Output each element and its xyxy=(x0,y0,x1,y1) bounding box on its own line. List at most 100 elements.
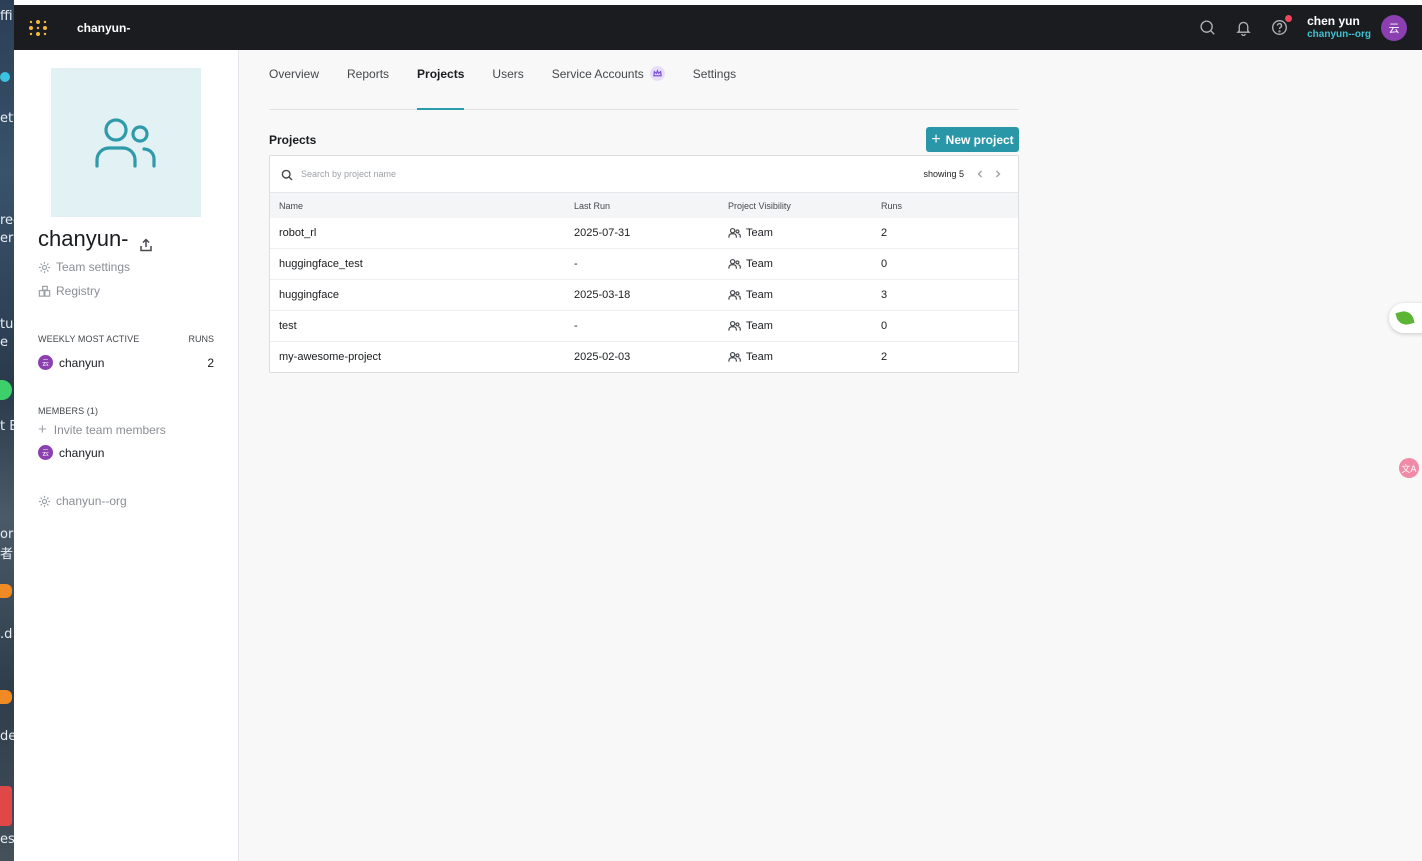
org-link[interactable]: chanyun--org xyxy=(38,494,127,508)
main-content: Overview Reports Projects Users Service … xyxy=(239,50,1422,861)
weekly-member-row[interactable]: 云 chanyun 2 xyxy=(38,355,214,370)
desktop-text-fragment: t E xyxy=(0,419,14,434)
plus-icon: + xyxy=(38,421,47,438)
bell-icon[interactable] xyxy=(1233,18,1253,38)
search-input[interactable] xyxy=(301,169,801,179)
tab-overview[interactable]: Overview xyxy=(269,49,319,109)
team-users-icon xyxy=(95,117,156,168)
visibility-label: Team xyxy=(746,351,773,363)
desktop-text-fragment: tu xyxy=(0,317,14,332)
new-project-label: New project xyxy=(945,132,1014,147)
table-row[interactable]: huggingface 2025-03-18 Team 3 xyxy=(270,280,1018,311)
desktop-text-fragment: 者 xyxy=(0,547,14,562)
chevron-right-icon[interactable] xyxy=(992,168,1004,180)
desktop-background-strip: ffi ety ree er tu e t E or 者 .d de esk xyxy=(0,0,14,861)
project-name[interactable]: huggingface xyxy=(279,289,339,301)
tab-settings[interactable]: Settings xyxy=(693,49,736,109)
project-last-run: 2025-02-03 xyxy=(574,351,631,363)
column-header-last-run[interactable]: Last Run xyxy=(574,201,610,211)
project-runs: 2 xyxy=(881,227,888,239)
chevron-left-icon[interactable] xyxy=(974,168,986,180)
tab-projects[interactable]: Projects xyxy=(417,49,465,110)
wandb-logo-icon[interactable] xyxy=(29,17,51,39)
member-avatar: 云 xyxy=(38,445,53,460)
desktop-icon-fragment xyxy=(0,380,12,400)
desktop-text-fragment: esk xyxy=(0,832,14,847)
user-menu[interactable]: chen yun chanyun--org xyxy=(1307,14,1371,42)
team-icon xyxy=(728,289,741,300)
leaf-extension-widget[interactable] xyxy=(1389,303,1422,333)
weekly-most-active-heading: WEEKLY MOST ACTIVE xyxy=(38,334,140,344)
share-icon[interactable] xyxy=(139,232,153,252)
search-icon[interactable] xyxy=(1197,18,1217,38)
tab-bar: Overview Reports Projects Users Service … xyxy=(269,50,1019,110)
translate-icon: 文A xyxy=(1399,458,1419,478)
desktop-text-fragment: er xyxy=(0,231,14,246)
table-header: Name Last Run Project Visibility Runs xyxy=(270,193,1018,218)
member-row[interactable]: 云 chanyun xyxy=(38,445,214,460)
project-name[interactable]: huggingface_test xyxy=(279,258,363,270)
projects-table: showing 5 Name Last Run Project Visibili… xyxy=(269,155,1019,373)
team-settings-link[interactable]: Team settings xyxy=(38,260,130,274)
column-header-runs[interactable]: Runs xyxy=(881,201,902,211)
pagination xyxy=(968,168,1004,180)
team-icon xyxy=(728,258,741,269)
project-visibility: Team xyxy=(728,351,773,363)
project-visibility: Team xyxy=(728,320,773,332)
table-row[interactable]: huggingface_test - Team 0 xyxy=(270,249,1018,280)
desktop-text-fragment: ree xyxy=(0,213,14,228)
visibility-label: Team xyxy=(746,289,773,301)
registry-icon xyxy=(38,285,51,297)
project-name[interactable]: my-awesome-project xyxy=(279,351,381,363)
notification-dot xyxy=(1284,13,1294,23)
member-run-count: 2 xyxy=(207,355,214,370)
column-header-visibility[interactable]: Project Visibility xyxy=(728,201,791,211)
team-icon xyxy=(728,351,741,362)
visibility-label: Team xyxy=(746,227,773,239)
desktop-text-fragment: .d xyxy=(0,627,13,642)
registry-link[interactable]: Registry xyxy=(38,284,100,298)
invite-members-button[interactable]: + Invite team members xyxy=(38,422,166,437)
project-runs: 0 xyxy=(881,258,888,270)
desktop-icon-fragment xyxy=(0,786,12,826)
new-project-button[interactable]: + New project xyxy=(926,127,1019,152)
avatar[interactable]: 云 xyxy=(1381,14,1407,41)
desktop-icon-fragment xyxy=(0,72,10,82)
user-name: chen yun xyxy=(1307,13,1360,28)
search-bar: showing 5 xyxy=(270,156,1018,193)
runs-heading: RUNS xyxy=(188,334,214,344)
table-row[interactable]: my-awesome-project 2025-02-03 Team 2 xyxy=(270,342,1018,373)
crown-icon xyxy=(649,66,665,81)
projects-title: Projects xyxy=(269,133,317,147)
member-avatar: 云 xyxy=(38,355,53,370)
member-name: chanyun xyxy=(59,355,105,370)
entity-name[interactable]: chanyun- xyxy=(77,21,130,35)
project-last-run: 2025-03-18 xyxy=(574,289,631,301)
project-visibility: Team xyxy=(728,227,773,239)
visibility-label: Team xyxy=(746,258,773,270)
tab-users[interactable]: Users xyxy=(492,49,523,109)
column-header-name[interactable]: Name xyxy=(279,201,303,211)
project-name[interactable]: robot_rl xyxy=(279,227,316,239)
tab-label: Service Accounts xyxy=(551,66,644,81)
org-label: chanyun--org xyxy=(56,494,127,508)
tab-label: Settings xyxy=(692,67,737,81)
table-row[interactable]: test - Team 0 xyxy=(270,311,1018,342)
team-name: chanyun- xyxy=(38,226,129,251)
table-row[interactable]: robot_rl 2025-07-31 Team 2 xyxy=(270,218,1018,249)
invite-label: Invite team members xyxy=(53,422,166,437)
registry-label: Registry xyxy=(56,284,101,298)
gear-icon xyxy=(38,495,51,507)
tab-reports[interactable]: Reports xyxy=(347,49,389,109)
project-name[interactable]: test xyxy=(279,320,297,332)
team-image xyxy=(51,68,201,217)
desktop-icon-fragment xyxy=(0,690,12,704)
tab-label: Users xyxy=(492,67,524,81)
help-icon[interactable] xyxy=(1269,13,1294,38)
tab-service-accounts[interactable]: Service Accounts xyxy=(552,49,665,109)
team-settings-label: Team settings xyxy=(56,260,131,274)
translate-widget[interactable]: 文A xyxy=(1396,456,1422,480)
project-last-run: - xyxy=(574,320,578,332)
project-runs: 2 xyxy=(881,351,888,363)
desktop-text-fragment: ety xyxy=(0,111,14,126)
